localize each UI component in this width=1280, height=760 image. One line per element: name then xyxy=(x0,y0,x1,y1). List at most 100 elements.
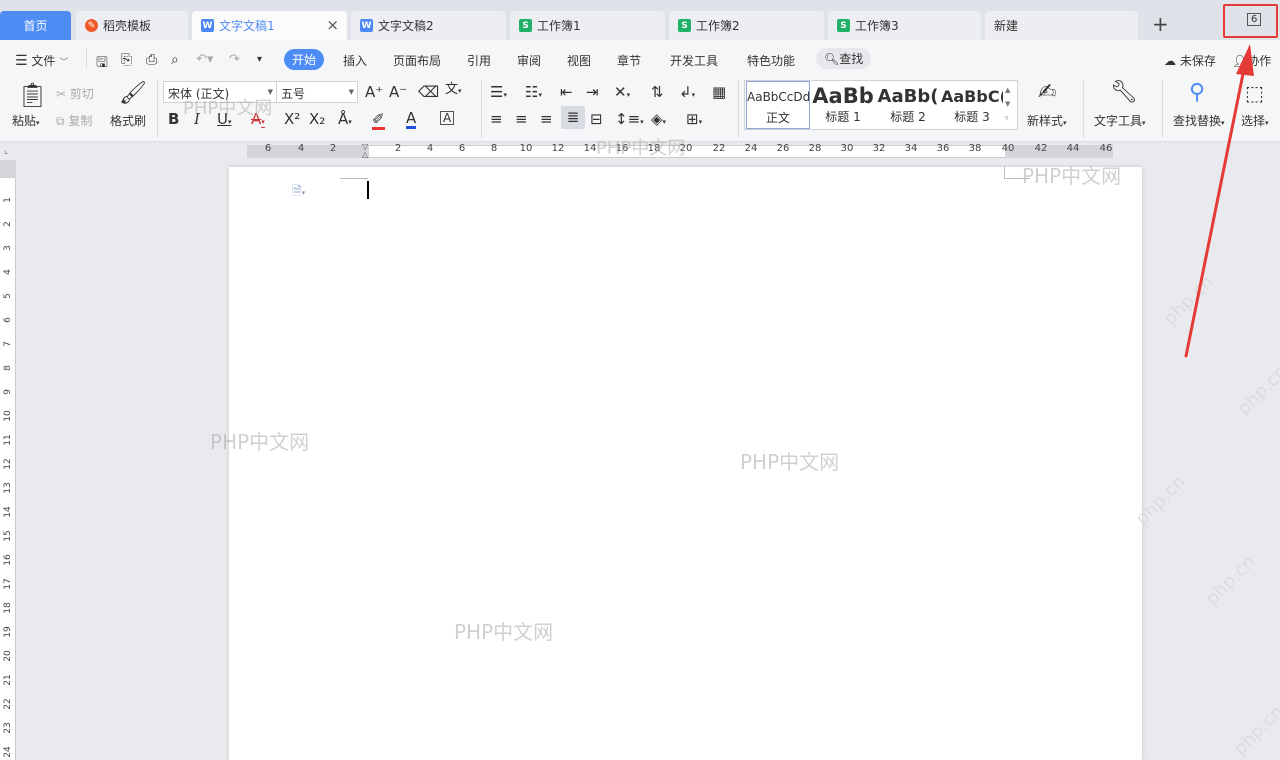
text-tools-button[interactable]: 文字工具▾ xyxy=(1094,112,1146,129)
copy-label: 复制 xyxy=(68,114,93,128)
undo-icon[interactable]: ↶▾ xyxy=(196,52,213,67)
writer-icon: W xyxy=(360,19,373,32)
increase-indent-icon[interactable]: ⇥ xyxy=(586,84,599,100)
new-style-icon[interactable]: ✍︎ xyxy=(1038,82,1056,104)
align-center-icon[interactable]: ≡ xyxy=(515,111,528,127)
tab-writer-2[interactable]: W 文字文稿2 xyxy=(351,11,506,40)
highlight-icon[interactable]: ✐ xyxy=(372,111,385,130)
menu-tab-start[interactable]: 开始 xyxy=(284,49,325,70)
subscript-icon[interactable]: X₂ xyxy=(309,111,325,127)
find-replace-button[interactable]: 查找替换▾ xyxy=(1173,112,1225,129)
style-heading-3[interactable]: AaBbC(标题 3 xyxy=(941,81,1003,129)
menu-tab-devtools[interactable]: 开发工具 xyxy=(670,52,718,69)
tab-new[interactable]: 新建 xyxy=(985,11,1138,40)
tab-stop-icon[interactable]: ⌞ xyxy=(4,146,8,156)
ruler-tick-label: 44 xyxy=(1066,143,1080,154)
shading-icon[interactable]: ◈▾ xyxy=(651,111,666,130)
document-page[interactable] xyxy=(229,167,1142,760)
menu-tab-label: 特色功能 xyxy=(747,54,796,68)
paste-button[interactable]: 粘贴▾ xyxy=(12,112,40,129)
watermark: PHP中文网 xyxy=(183,98,273,119)
numbered-list-icon[interactable]: ☷▾ xyxy=(525,84,542,103)
tab-home[interactable]: 首页 xyxy=(0,11,71,40)
justify-icon[interactable]: ≣ xyxy=(561,106,585,129)
menu-tab-label: 审阅 xyxy=(517,54,542,68)
align-right-icon[interactable]: ≡ xyxy=(540,111,553,127)
new-style-label: 新样式 xyxy=(1027,114,1064,128)
style-normal[interactable]: AaBbCcDd 正文 xyxy=(746,81,810,129)
window-switch-button[interactable]: 6 xyxy=(1223,4,1278,38)
cut-button[interactable]: ✂ 剪切 xyxy=(56,85,94,102)
find-icon[interactable]: ⚲ xyxy=(1189,82,1205,104)
style-heading-2[interactable]: AaBb(标题 2 xyxy=(876,81,940,129)
ruler-tick-label: 16 xyxy=(3,554,13,566)
format-painter-button[interactable]: 格式刷 xyxy=(110,112,146,129)
paragraph-menu-icon[interactable]: 🗎︎▾ xyxy=(292,182,305,203)
decrease-indent-icon[interactable]: ⇤ xyxy=(560,84,573,100)
ruler-tick-label: 20 xyxy=(3,650,13,662)
clear-format-icon[interactable]: ⌫ xyxy=(418,84,439,100)
menu-tab-insert[interactable]: 插入 xyxy=(343,52,367,69)
phonetic-icon[interactable]: 文▾ xyxy=(445,82,462,99)
show-marks-icon[interactable]: ↲▾ xyxy=(679,84,695,103)
text-effect-icon[interactable]: Å▾ xyxy=(338,111,352,130)
border-icon[interactable]: ⊞▾ xyxy=(686,111,702,130)
menu-tab-review[interactable]: 审阅 xyxy=(517,52,541,69)
tab-label: 文字文稿2 xyxy=(378,19,434,33)
tab-sheet-1[interactable]: S 工作簿1 xyxy=(510,11,665,40)
tab-sheet-3[interactable]: S 工作簿3 xyxy=(828,11,981,40)
bold-icon[interactable]: B xyxy=(168,111,179,127)
collab-button[interactable]: 👤︎协作 xyxy=(1232,52,1271,69)
search-box[interactable]: 🔍︎查找 xyxy=(816,48,872,69)
redo-icon[interactable]: ↷ xyxy=(229,52,240,67)
indent-marker-icon[interactable]: ▽ △ xyxy=(362,143,368,159)
superscript-icon[interactable]: X² xyxy=(284,111,300,127)
sort-icon[interactable]: ⇅ xyxy=(651,84,664,100)
select-icon[interactable]: ⬚ xyxy=(1245,82,1264,104)
save-icon[interactable]: 🖫 xyxy=(96,52,108,76)
cloud-save-status[interactable]: ☁︎ 未保存 xyxy=(1164,52,1216,69)
cut-label: 剪切 xyxy=(69,87,94,101)
distribute-icon[interactable]: ⊟ xyxy=(590,111,603,127)
add-tab-icon[interactable]: + xyxy=(1152,13,1169,35)
select-button[interactable]: 选择▾ xyxy=(1241,112,1269,129)
tab-docer[interactable]: ✎ 稻壳模板 xyxy=(76,11,188,40)
font-size-select[interactable]: 五号 ▼ xyxy=(276,81,358,103)
font-color-icon[interactable]: A xyxy=(406,110,417,129)
export-icon[interactable]: ⎘ xyxy=(121,52,132,68)
asian-layout-icon[interactable]: ✕▾ xyxy=(614,84,630,103)
customize-icon[interactable]: ▾ xyxy=(257,54,262,65)
menu-tab-view[interactable]: 视图 xyxy=(567,52,591,69)
copy-button[interactable]: ⧉ 复制 xyxy=(56,112,92,129)
format-painter-icon[interactable]: 🖌︎ xyxy=(119,83,147,105)
bullet-list-icon[interactable]: ☰▾ xyxy=(490,84,507,103)
tab-sheet-2[interactable]: S 工作簿2 xyxy=(669,11,824,40)
wrench-icon[interactable]: 🔧︎ xyxy=(1110,82,1138,104)
file-menu[interactable]: ☰ 文件 ﹀ xyxy=(15,52,68,69)
ruler-tick-label: 30 xyxy=(840,143,854,154)
ruler-tick-label: 26 xyxy=(776,143,790,154)
menu-tab-features[interactable]: 特色功能 xyxy=(747,52,795,69)
menu-tab-reference[interactable]: 引用 xyxy=(467,52,491,69)
ruler-tick-label: 3 xyxy=(3,245,13,251)
shrink-font-icon[interactable]: A⁻ xyxy=(389,84,407,100)
print-icon[interactable]: ⎙ xyxy=(146,52,157,68)
align-left-icon[interactable]: ≡ xyxy=(490,111,503,127)
menu-tab-section[interactable]: 章节 xyxy=(617,52,641,69)
ruler-tick-label: 5 xyxy=(3,293,13,299)
style-heading-1[interactable]: AaBb 标题 1 xyxy=(811,81,875,129)
grow-font-icon[interactable]: A⁺ xyxy=(365,84,383,100)
tab-label: 工作簿1 xyxy=(537,19,581,33)
paste-icon[interactable]: 📋︎ xyxy=(17,83,47,107)
tab-writer-1[interactable]: W 文字文稿1 × xyxy=(192,11,347,40)
close-icon[interactable]: × xyxy=(326,16,339,34)
style-scroll-icon[interactable]: ▲ ▼ ▿ xyxy=(1005,83,1010,125)
char-border-icon[interactable]: A xyxy=(440,111,455,125)
new-style-button[interactable]: 新样式▾ xyxy=(1027,112,1067,129)
ruler-tick-label: 23 xyxy=(3,722,13,734)
menu-tab-layout[interactable]: 页面布局 xyxy=(393,52,441,69)
line-spacing-icon[interactable]: ↕≡▾ xyxy=(615,111,644,130)
print-preview-icon[interactable]: ⌕ xyxy=(171,52,179,68)
ruler-tick-label: 32 xyxy=(872,143,886,154)
table-grid-icon[interactable]: ▦ xyxy=(712,84,726,100)
